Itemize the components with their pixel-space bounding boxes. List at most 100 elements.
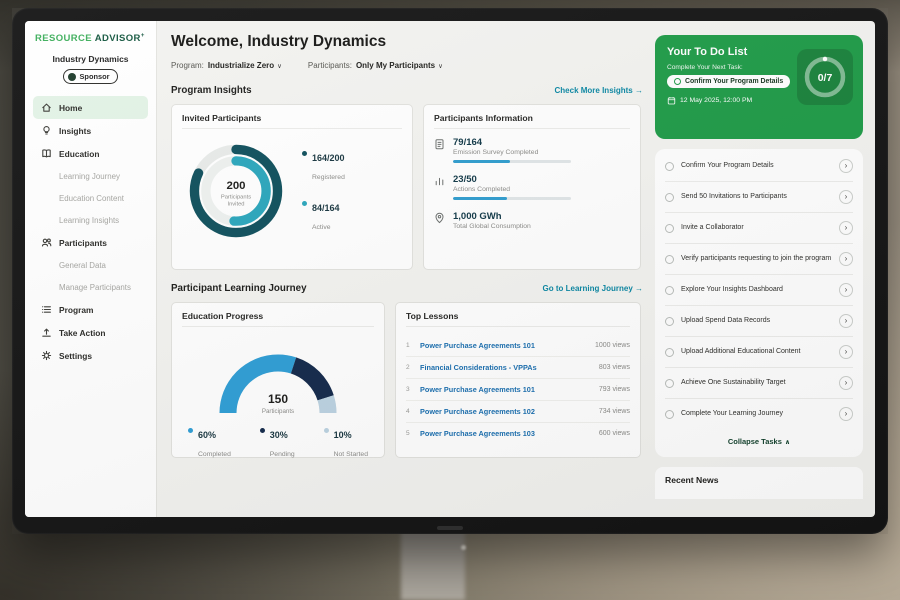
stat-progress-fill	[453, 160, 510, 163]
top-lessons-card: Top Lessons 1 Power Purchase Agreements …	[395, 302, 641, 458]
task-checkbox[interactable]	[665, 348, 674, 357]
stat-actions-completed: 23/50 Actions Completed	[434, 174, 630, 200]
stat-emission-survey: 79/164 Emission Survey Completed	[434, 137, 630, 163]
sidebar-item-manage-participants[interactable]: Manage Participants	[33, 276, 148, 298]
legend-label: Registered	[312, 174, 345, 181]
todo-task-row[interactable]: Upload Additional Educational Content ›	[665, 337, 853, 368]
lesson-link[interactable]: Power Purchase Agreements 101	[420, 341, 589, 350]
sidebar-item-label: Home	[59, 103, 82, 113]
chevron-right-icon: ›	[839, 314, 853, 328]
lesson-link[interactable]: Power Purchase Agreements 102	[420, 407, 593, 416]
task-label: Confirm Your Program Details	[681, 161, 832, 171]
card-title: Participants Information	[434, 113, 630, 129]
sidebar-item-participants[interactable]: Participants	[33, 231, 148, 254]
chevron-right-icon: ›	[839, 345, 853, 359]
task-checkbox[interactable]	[665, 379, 674, 388]
org-name: Industry Dynamics	[33, 54, 148, 64]
gear-icon	[41, 350, 52, 361]
invited-participants-card: Invited Participants 200 Participants In…	[171, 104, 413, 270]
todo-panel: Your To Do List Complete Your Next Task:…	[653, 21, 875, 517]
logo-part1: RESOURCE	[35, 33, 92, 44]
todo-progress-ring: 0/7	[797, 49, 853, 105]
sidebar-item-take-action[interactable]: Take Action	[33, 321, 148, 344]
main-content: Welcome, Industry Dynamics Program: Indu…	[157, 21, 653, 517]
sidebar-item-education[interactable]: Education	[33, 142, 148, 165]
lesson-link[interactable]: Power Purchase Agreements 103	[420, 429, 593, 438]
task-checkbox	[674, 78, 681, 85]
task-checkbox[interactable]	[665, 410, 674, 419]
legend-registered: 164/200 Registered	[302, 148, 345, 184]
lesson-views: 803 views	[599, 364, 630, 371]
next-task-label: Confirm Your Program Details	[685, 78, 783, 85]
todo-task-row[interactable]: Upload Spend Data Records ›	[665, 306, 853, 337]
lesson-row: 3 Power Purchase Agreements 101 793 view…	[406, 379, 630, 401]
lesson-link[interactable]: Power Purchase Agreements 101	[420, 385, 593, 394]
sidebar-item-label: Education Content	[59, 194, 124, 203]
lesson-views: 1000 views	[595, 342, 630, 349]
task-label: Explore Your Insights Dashboard	[681, 285, 832, 295]
legend-dot	[302, 151, 307, 156]
sponsor-badge[interactable]: Sponsor	[63, 69, 119, 84]
sidebar-item-label: Learning Journey	[59, 172, 120, 181]
todo-task-list: Confirm Your Program Details › Send 50 I…	[655, 149, 863, 457]
todo-task-row[interactable]: Explore Your Insights Dashboard ›	[665, 275, 853, 306]
todo-task-row[interactable]: Verify participants requesting to join t…	[665, 244, 853, 275]
task-checkbox[interactable]	[665, 255, 674, 264]
sidebar-item-settings[interactable]: Settings	[33, 344, 148, 367]
stat-label: Total Global Consumption	[453, 223, 531, 230]
sidebar-item-insights[interactable]: Insights	[33, 119, 148, 142]
todo-task-row[interactable]: Confirm Your Program Details ›	[665, 151, 853, 182]
todo-task-row[interactable]: Send 50 Invitations to Participants ›	[665, 182, 853, 213]
legend-value: 164/200	[312, 153, 345, 163]
legend-value: 30%	[270, 430, 288, 440]
sidebar-item-home[interactable]: Home	[33, 96, 148, 119]
lesson-views: 734 views	[599, 408, 630, 415]
todo-task-row[interactable]: Achieve One Sustainability Target ›	[665, 368, 853, 399]
sidebar-item-program[interactable]: Program	[33, 298, 148, 321]
stat-value: 23/50	[453, 174, 571, 185]
lesson-rank: 5	[406, 430, 414, 437]
task-checkbox[interactable]	[665, 162, 674, 171]
program-dropdown[interactable]: Program: Industrialize Zero ∨	[171, 61, 282, 70]
filter-bar: Program: Industrialize Zero ∨ Participan…	[171, 61, 643, 70]
sidebar-item-label: Program	[59, 305, 93, 315]
chevron-right-icon: ›	[839, 407, 853, 421]
lesson-link[interactable]: Financial Considerations - VPPAs	[420, 363, 593, 372]
legend-label: Completed	[198, 451, 231, 458]
task-checkbox[interactable]	[665, 286, 674, 295]
legend-dot	[302, 201, 307, 206]
sidebar-item-label: Take Action	[59, 328, 106, 338]
sidebar-item-education-content[interactable]: Education Content	[33, 187, 148, 209]
link-label: Check More Insights	[555, 86, 633, 95]
lightbulb-icon	[41, 125, 52, 136]
todo-task-row[interactable]: Invite a Collaborator ›	[665, 213, 853, 244]
sidebar-item-general-data[interactable]: General Data	[33, 254, 148, 276]
program-dropdown-label: Program:	[171, 61, 204, 70]
sidebar-item-label: Education	[59, 149, 99, 159]
go-to-learning-journey-link[interactable]: Go to Learning Journey →	[543, 284, 643, 293]
people-icon	[41, 237, 52, 248]
upload-icon	[41, 327, 52, 338]
legend-value: 84/164	[312, 203, 340, 213]
power-led	[461, 545, 466, 550]
list-icon	[41, 304, 52, 315]
insights-cards-row: Invited Participants 200 Participants In…	[171, 104, 643, 270]
participants-dropdown[interactable]: Participants: Only My Participants ∨	[308, 61, 443, 70]
task-checkbox[interactable]	[665, 193, 674, 202]
sponsor-icon	[68, 73, 76, 81]
sidebar-item-learning-insights[interactable]: Learning Insights	[33, 209, 148, 231]
next-task-pill[interactable]: Confirm Your Program Details	[667, 75, 790, 88]
education-legend: 60% Completed 30% Pending 10%	[182, 423, 374, 461]
legend-label: Active	[312, 224, 331, 231]
sidebar-item-learning-journey[interactable]: Learning Journey	[33, 165, 148, 187]
arrow-right-icon: →	[635, 284, 643, 293]
task-checkbox[interactable]	[665, 224, 674, 233]
task-label: Upload Additional Educational Content	[681, 347, 832, 357]
todo-task-row[interactable]: Complete Your Learning Journey ›	[665, 399, 853, 429]
task-checkbox[interactable]	[665, 317, 674, 326]
collapse-tasks-button[interactable]: Collapse Tasks∧	[665, 429, 853, 455]
chevron-right-icon: ›	[839, 252, 853, 266]
check-more-insights-link[interactable]: Check More Insights →	[555, 86, 643, 95]
stat-value: 79/164	[453, 137, 571, 148]
due-date-label: 12 May 2025, 12:00 PM	[680, 97, 752, 104]
